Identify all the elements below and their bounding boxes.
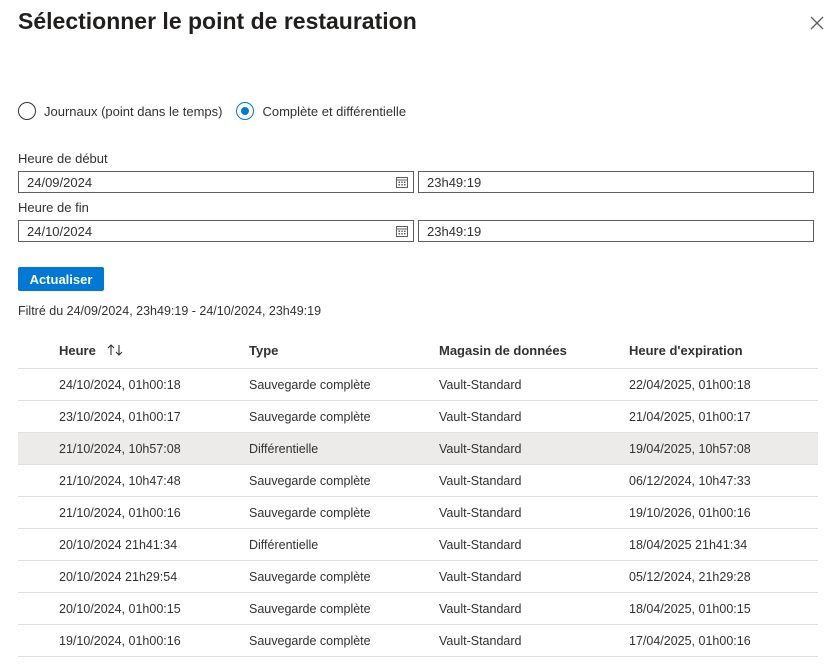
cell-datastore: Vault-Standard — [439, 506, 522, 520]
start-time-input[interactable]: 23h49:19 — [418, 171, 814, 193]
end-time-label: Heure de fin — [18, 200, 89, 215]
cell-expiration: 19/10/2026, 01h00:16 — [629, 506, 751, 520]
cell-expiration: 19/04/2025, 10h57:08 — [629, 442, 751, 456]
table-row[interactable]: 21/10/2024, 10h57:08 Différentielle Vault-… — [18, 433, 818, 465]
cell-time: 20/10/2024 21h29:54 — [59, 570, 178, 584]
radio-full-differential-circle[interactable] — [236, 102, 255, 120]
end-time-value: 23h49:19 — [427, 223, 482, 239]
cell-time: 21/10/2024, 01h00:16 — [59, 506, 181, 520]
cell-expiration: 06/12/2024, 10h47:33 — [629, 474, 751, 488]
cell-time: 24/10/2024, 01h00:18 — [59, 378, 181, 392]
cell-time: 21/10/2024, 10h47:48 — [59, 474, 181, 488]
cell-expiration: 21/04/2025, 01h00:17 — [629, 410, 751, 424]
cell-type: Sauvegarde complète — [249, 570, 371, 584]
cell-datastore: Vault-Standard — [439, 410, 522, 424]
end-date-value: 24/10/2024 — [27, 223, 93, 239]
cell-time: 20/10/2024 21h41:34 — [59, 538, 178, 552]
cell-datastore: Vault-Standard — [439, 538, 522, 552]
table-header: Heure Type Magasin de données Heure d'ex… — [18, 335, 818, 369]
start-time-value: 23h49:19 — [427, 174, 482, 190]
radio-logs[interactable]: Journaux (point dans le temps) — [18, 102, 222, 120]
start-date-input[interactable]: 24/09/2024 — [18, 171, 414, 193]
cell-expiration: 18/04/2025 21h41:34 — [629, 538, 748, 552]
sort-icon[interactable] — [107, 343, 125, 357]
cell-type: Sauvegarde complète — [249, 602, 371, 616]
table-row[interactable]: 20/10/2024 21h41:34 Différentielle Vault-S… — [18, 529, 818, 561]
table-row[interactable]: 19/10/2024, 01h00:16 Sauvegarde complète V… — [18, 625, 818, 657]
table-row[interactable]: 23/10/2024, 01h00:17 Sauvegarde complète V… — [18, 401, 818, 433]
cell-time: 20/10/2024, 01h00:15 — [59, 602, 181, 616]
cell-type: Différentielle — [249, 442, 319, 456]
cell-datastore: Vault-Standard — [439, 570, 522, 584]
end-time-input[interactable]: 23h49:19 — [418, 220, 814, 242]
cell-type: Sauvegarde complète — [249, 506, 371, 520]
cell-time: 23/10/2024, 01h00:17 — [59, 410, 181, 424]
start-date-value: 24/09/2024 — [27, 174, 93, 190]
cell-type: Différentielle — [249, 538, 319, 552]
column-header-time-label: Heure — [59, 343, 96, 358]
column-header-datastore[interactable]: Magasin de données — [439, 343, 567, 358]
cell-datastore: Vault-Standard — [439, 474, 522, 488]
table-row[interactable]: 20/10/2024, 01h00:15 Sauvegarde complète V… — [18, 593, 818, 625]
column-header-type[interactable]: Type — [249, 343, 278, 358]
cell-type: Sauvegarde complète — [249, 634, 371, 648]
close-button[interactable] — [806, 12, 828, 34]
cell-type: Sauvegarde complète — [249, 474, 371, 488]
start-time-label: Heure de début — [18, 151, 108, 166]
column-header-time[interactable]: Heure — [59, 343, 125, 358]
restore-type-group: Journaux (point dans le temps) Complète … — [18, 102, 420, 120]
cell-expiration: 05/12/2024, 21h29:28 — [629, 570, 751, 584]
table-row[interactable]: 20/10/2024 21h29:54 Sauvegarde complète Va… — [18, 561, 818, 593]
cell-datastore: Vault-Standard — [439, 634, 522, 648]
end-date-input[interactable]: 24/10/2024 — [18, 220, 414, 242]
table-body: 24/10/2024, 01h00:18 Sauvegarde complète V… — [18, 369, 818, 657]
filter-summary: Filtré du 24/09/2024, 23h49:19 - 24/10/2… — [18, 304, 322, 318]
cell-type: Sauvegarde complète — [249, 410, 371, 424]
radio-full-differential-label: Complète et différentielle — [262, 103, 407, 119]
cell-datastore: Vault-Standard — [439, 442, 522, 456]
dialog-title: Sélectionner le point de restauration — [18, 8, 417, 34]
cell-datastore: Vault-Standard — [439, 602, 522, 616]
cell-expiration: 17/04/2025, 01h00:16 — [629, 634, 751, 648]
refresh-button[interactable]: Actualiser — [18, 267, 104, 291]
close-icon — [810, 16, 824, 30]
cell-datastore: Vault-Standard — [439, 378, 522, 392]
table-row[interactable]: 24/10/2024, 01h00:18 Sauvegarde complète V… — [18, 369, 818, 401]
table-row[interactable]: 21/10/2024, 10h47:48 Sauvegarde complète V… — [18, 465, 818, 497]
radio-full-differential[interactable]: Complète et différentielle — [236, 102, 406, 120]
cell-time: 21/10/2024, 10h57:08 — [59, 442, 181, 456]
calendar-icon[interactable] — [396, 176, 408, 188]
radio-logs-label: Journaux (point dans le temps) — [44, 103, 223, 119]
column-header-expiration[interactable]: Heure d'expiration — [629, 343, 743, 358]
cell-expiration: 22/04/2025, 01h00:18 — [629, 378, 751, 392]
cell-expiration: 18/04/2025, 01h00:15 — [629, 602, 751, 616]
table-row[interactable]: 21/10/2024, 01h00:16 Sauvegarde complète V… — [18, 497, 818, 529]
radio-logs-circle[interactable] — [18, 102, 36, 120]
cell-type: Sauvegarde complète — [249, 378, 371, 392]
cell-time: 19/10/2024, 01h00:16 — [59, 634, 181, 648]
calendar-icon[interactable] — [396, 225, 408, 237]
